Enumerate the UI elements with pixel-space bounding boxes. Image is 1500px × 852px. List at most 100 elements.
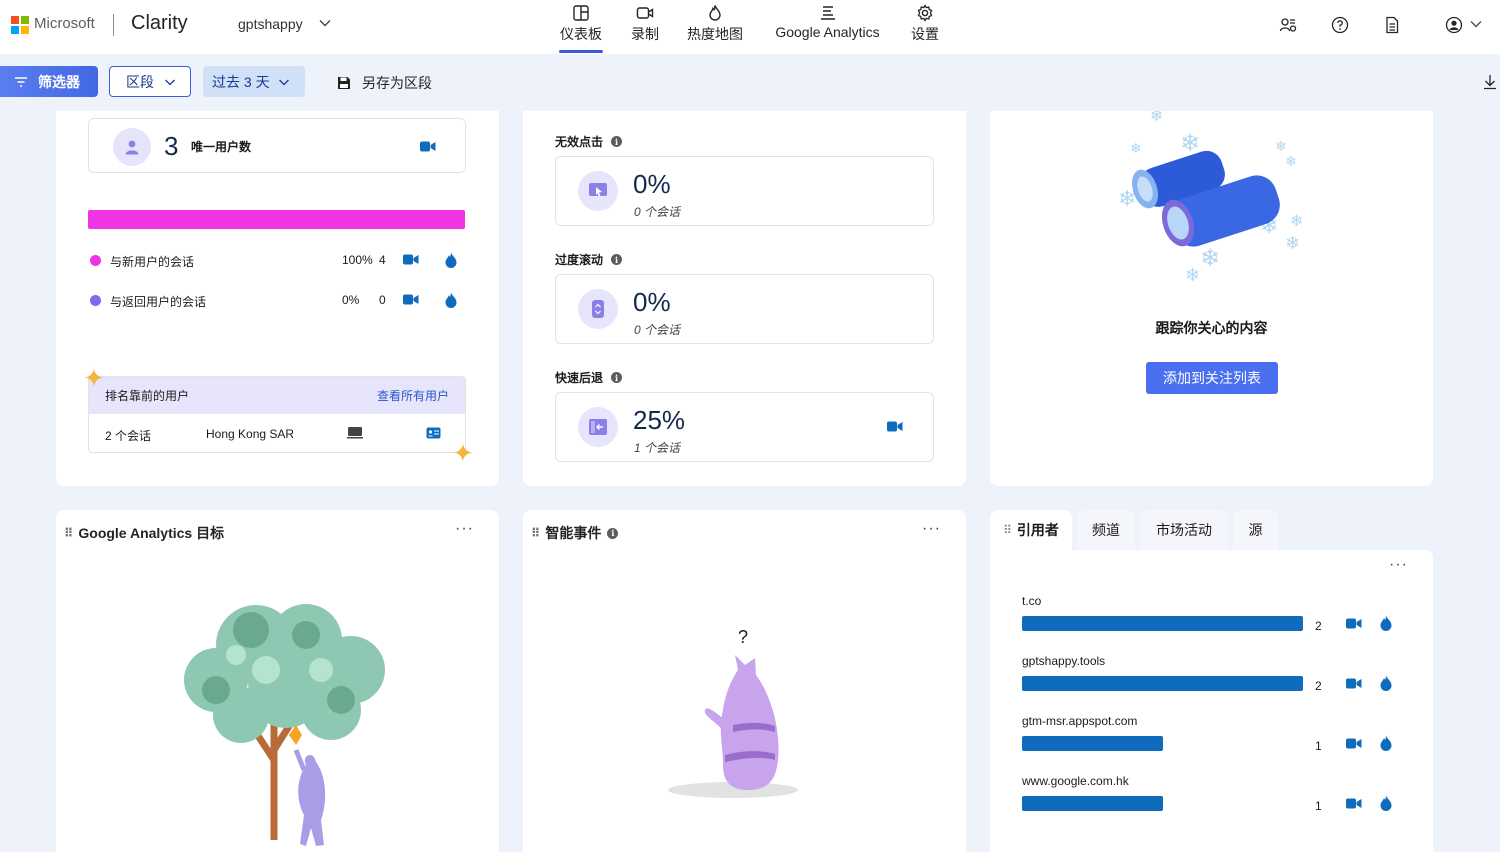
referrer-count: 2 [1315, 679, 1322, 693]
microsoft-label: Microsoft [34, 15, 95, 32]
smart-events-title: 智能事件 [545, 525, 602, 541]
recording-icon[interactable] [1346, 677, 1362, 690]
referrer-count: 1 [1315, 739, 1322, 753]
help-icon[interactable] [1331, 16, 1349, 34]
tab-recordings-label: 录制 [631, 26, 659, 42]
more-options-icon[interactable]: ··· [1389, 556, 1408, 574]
save-as-segment-label: 另存为区段 [362, 75, 432, 91]
filter-toolbar: 筛选器 区段 过去 3 天 另存为区段 [0, 54, 1500, 109]
download-icon[interactable] [1483, 74, 1497, 90]
metric-label: 过度滚动 [555, 253, 604, 267]
heatmap-icon[interactable] [1379, 675, 1393, 691]
add-to-watchlist-button[interactable]: 添加到关注列表 [1146, 362, 1278, 394]
svg-text:❄: ❄ [1185, 265, 1200, 286]
info-icon[interactable]: i [611, 254, 623, 265]
ga-goals-header: ⠿ Google Analytics 目标 [64, 523, 224, 543]
watchlist-card: ❄ ❄ ❄ ❄ ❄ ❄ ❄ ❄ ❄ ❄ ❄ 跟踪你关心的内容 添加到关注列表 [990, 111, 1433, 486]
legend-percent: 100% [342, 253, 373, 267]
referrer-row[interactable]: www.google.com.hk 1 [1022, 774, 1402, 824]
heatmap-icon[interactable] [1379, 795, 1393, 811]
dead-clicks-title: 无效点击 i [555, 133, 623, 150]
tab-heatmaps[interactable]: 热度地图 [687, 4, 743, 50]
info-icon[interactable]: i [611, 136, 623, 147]
svg-text:❄: ❄ [1150, 111, 1163, 125]
tab-settings[interactable]: 设置 [911, 4, 939, 50]
filters-button[interactable]: 筛选器 [0, 66, 98, 97]
chevron-down-icon[interactable] [318, 16, 332, 30]
project-selector[interactable]: gptshappy [238, 16, 303, 32]
metric-value: 0% [633, 169, 671, 199]
chevron-down-icon[interactable] [1469, 18, 1483, 30]
user-location: Hong Kong SAR [206, 427, 295, 441]
metrics-card: 无效点击 i 0% 0 个会话 过度滚动 i 0% 0 个会话 快速后退 i 2… [523, 111, 966, 486]
recording-icon[interactable] [403, 253, 419, 266]
save-as-segment-button[interactable]: 另存为区段 [336, 73, 432, 93]
info-icon[interactable]: i [607, 527, 619, 539]
tab-channels[interactable]: 频道 [1077, 510, 1135, 550]
app-title[interactable]: Clarity [131, 12, 188, 35]
top-users-header: 排名靠前的用户 查看所有用户 [89, 377, 465, 414]
recording-icon[interactable] [887, 420, 903, 433]
drag-handle-icon[interactable]: ⠿ [64, 526, 73, 540]
metric-value: 0% [633, 287, 671, 317]
flame-icon [709, 5, 721, 21]
tree-illustration-icon [184, 604, 385, 846]
drag-handle-icon[interactable]: ⠿ [531, 526, 540, 540]
legend-percent: 0% [342, 293, 360, 307]
tab-referrers-label: 引用者 [1016, 522, 1059, 538]
referrers-card: ··· t.co 2 gptshappy.tools 2 gtm-msr.appspot… [990, 550, 1433, 852]
user-profile-card-icon[interactable] [426, 427, 441, 439]
recording-icon[interactable] [420, 140, 436, 153]
analytics-icon [820, 6, 835, 20]
brand-divider [113, 14, 114, 36]
referrer-row[interactable]: t.co 2 [1022, 594, 1402, 644]
recording-icon[interactable] [1346, 737, 1362, 750]
recording-icon[interactable] [403, 293, 419, 306]
tab-referrers[interactable]: ⠿ 引用者 [990, 510, 1072, 550]
desktop-icon [347, 427, 363, 439]
avatar [113, 128, 151, 166]
tab-sources[interactable]: 源 [1233, 510, 1278, 550]
tab-sources-label: 源 [1248, 522, 1263, 538]
ga-goals-title: Google Analytics 目标 [78, 525, 225, 541]
recording-icon[interactable] [1346, 617, 1362, 630]
smart-events-card: ⠿ 智能事件 i ··· ? [523, 510, 966, 852]
top-users-panel: 排名靠前的用户 查看所有用户 2 个会话 Hong Kong SAR [88, 376, 466, 453]
segments-dropdown[interactable]: 区段 [109, 66, 191, 97]
cat-illustration-icon [668, 655, 798, 798]
legend-label: 与新用户的会话 [110, 255, 195, 269]
metric-sessions: 1 个会话 [634, 441, 681, 455]
referrer-row[interactable]: gtm-msr.appspot.com 1 [1022, 714, 1402, 764]
recording-icon[interactable] [1346, 797, 1362, 810]
more-options-icon[interactable]: ··· [455, 520, 474, 538]
more-options-icon[interactable]: ··· [922, 520, 941, 538]
svg-text:❄: ❄ [1275, 139, 1287, 155]
drag-handle-icon[interactable]: ⠿ [1003, 523, 1012, 537]
info-icon[interactable]: i [611, 372, 623, 383]
document-icon[interactable] [1383, 16, 1401, 34]
tab-recordings[interactable]: 录制 [630, 4, 660, 50]
view-all-users-link[interactable]: 查看所有用户 [377, 387, 449, 404]
chevron-down-icon [165, 79, 175, 85]
quick-backs-box: 25% 1 个会话 [555, 392, 934, 462]
heatmap-icon[interactable] [1379, 735, 1393, 751]
new-vs-returning-bar [88, 210, 465, 229]
date-range-dropdown[interactable]: 过去 3 天 [203, 66, 305, 97]
account-icon[interactable] [1445, 16, 1463, 34]
save-icon [338, 77, 350, 89]
share-users-icon[interactable] [1279, 16, 1297, 34]
sparkle-icon: ✦ [452, 438, 474, 468]
heatmap-icon[interactable] [444, 252, 458, 268]
tab-campaigns[interactable]: 市场活动 [1140, 510, 1228, 550]
referrer-row[interactable]: gptshappy.tools 2 [1022, 654, 1402, 704]
legend-count: 4 [379, 253, 386, 267]
table-row[interactable]: 2 个会话 Hong Kong SAR [89, 414, 465, 452]
referrer-name: t.co [1022, 594, 1042, 608]
heatmap-icon[interactable] [444, 292, 458, 308]
top-users-title: 排名靠前的用户 [105, 389, 190, 403]
legend-dot [90, 295, 101, 306]
heatmap-icon[interactable] [1379, 615, 1393, 631]
tab-google-analytics[interactable]: Google Analytics [775, 4, 880, 50]
referrer-bar [1022, 676, 1303, 691]
tab-dashboard[interactable]: 仪表板 [559, 4, 603, 53]
